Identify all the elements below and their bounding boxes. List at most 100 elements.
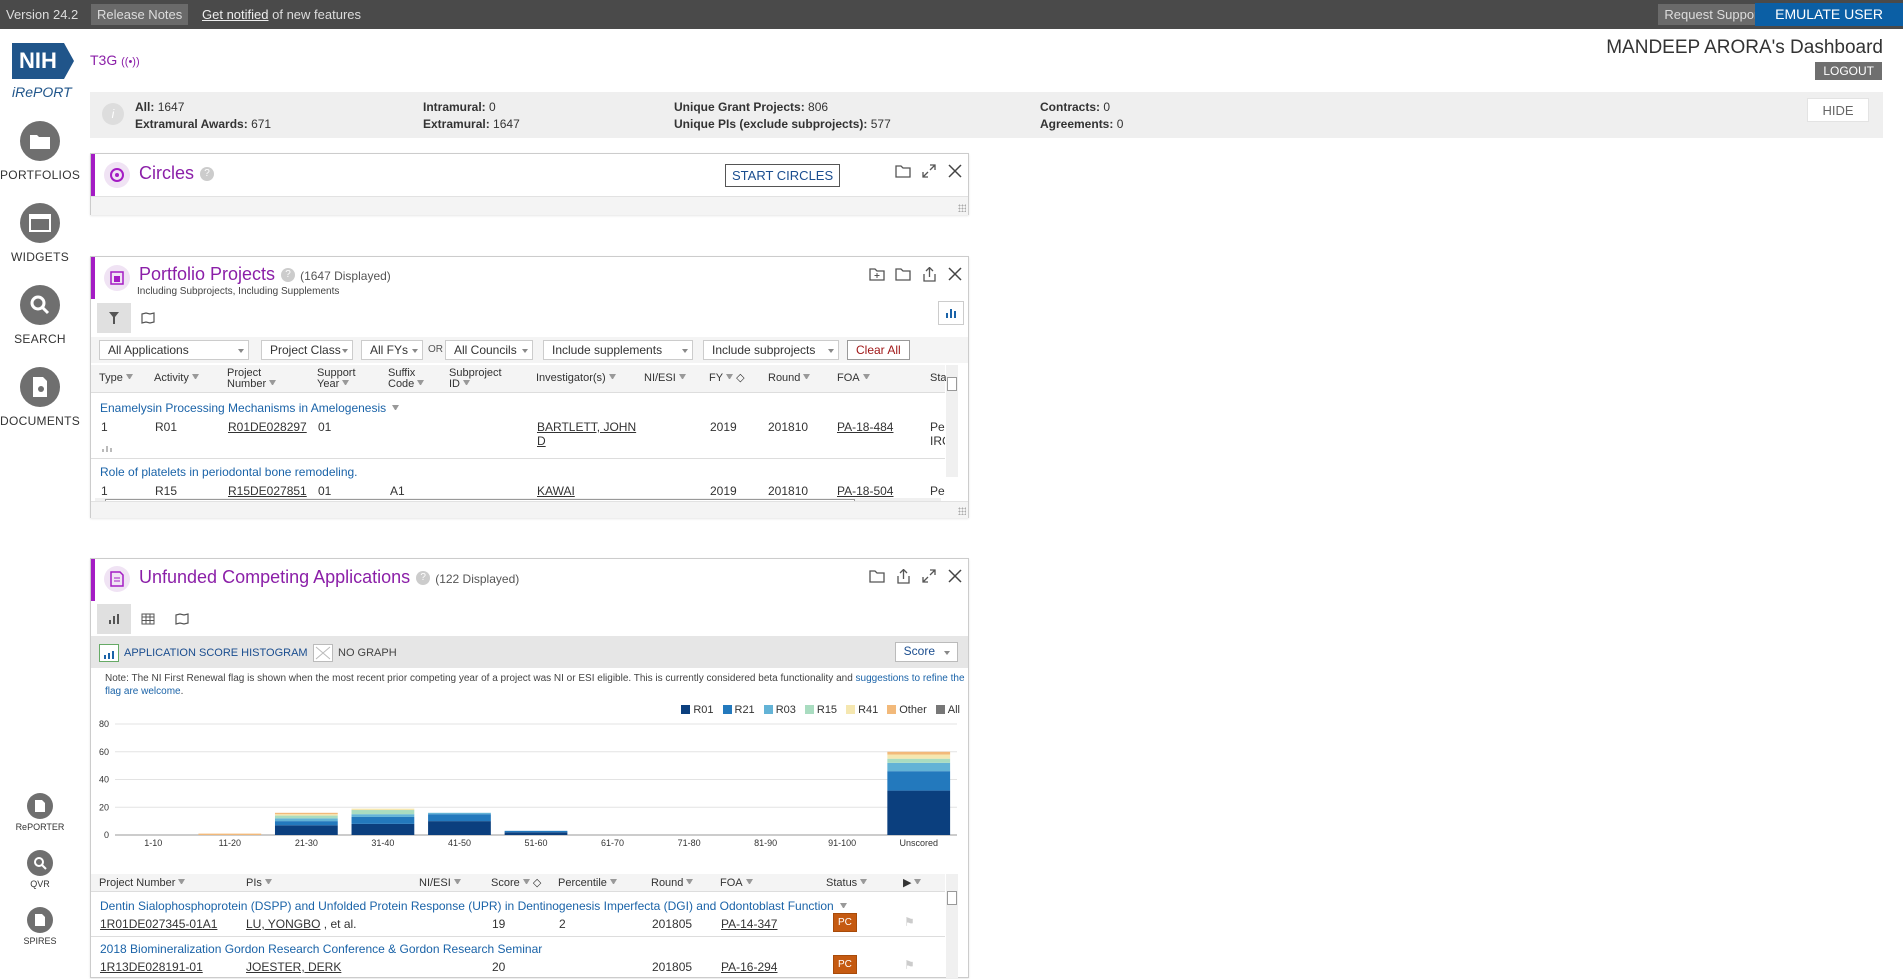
open-folder-icon[interactable]: [868, 567, 886, 585]
col-round[interactable]: Round: [768, 373, 811, 384]
filter-icon[interactable]: [803, 374, 811, 381]
filter-icon[interactable]: [678, 374, 686, 381]
filter-icon[interactable]: [417, 380, 425, 387]
export-icon[interactable]: [894, 567, 912, 585]
cell-foa[interactable]: PA-18-504: [837, 484, 893, 498]
sort-icon[interactable]: ◇: [736, 372, 744, 384]
nih-logo[interactable]: NIH iRePORT: [12, 43, 74, 100]
cell-investigator[interactable]: KAWAI: [537, 484, 575, 498]
open-folder-icon[interactable]: [894, 265, 912, 283]
nav-search[interactable]: SEARCH: [0, 285, 80, 346]
col-type[interactable]: Type: [99, 373, 133, 384]
filter-icon[interactable]: [191, 374, 199, 381]
col-score[interactable]: Score ◇: [491, 878, 541, 889]
expand-icon[interactable]: [920, 162, 938, 180]
filter-icon[interactable]: [726, 374, 734, 381]
col-ni-esi[interactable]: NI/ESI: [419, 878, 461, 889]
close-icon[interactable]: [946, 265, 964, 283]
vertical-scrollbar[interactable]: [946, 874, 958, 978]
nav-portfolios[interactable]: PORTFOLIOS: [0, 121, 80, 182]
histogram-option[interactable]: APPLICATION SCORE HISTOGRAM: [99, 644, 308, 662]
new-folder-icon[interactable]: [868, 265, 886, 283]
export-icon[interactable]: [920, 265, 938, 283]
tab-map[interactable]: [165, 604, 199, 634]
tab-chart[interactable]: [97, 604, 131, 634]
close-icon[interactable]: [946, 567, 964, 585]
flag-icon[interactable]: ⚑: [904, 958, 915, 972]
col-status[interactable]: Status: [826, 878, 868, 889]
nav-widgets[interactable]: WIDGETS: [0, 203, 80, 264]
filter-icon[interactable]: [178, 879, 186, 886]
nav-spires[interactable]: SPIRES: [0, 907, 80, 946]
cell-project-number[interactable]: 1R13DE028191-01: [100, 960, 203, 974]
col-support-year[interactable]: Support Year: [317, 368, 365, 390]
cell-pi[interactable]: LU, YONGBO , et al.: [246, 917, 357, 931]
col-investigators[interactable]: Investigator(s): [536, 373, 616, 384]
col-project-number[interactable]: Project Number: [99, 878, 186, 889]
resize-handle[interactable]: [958, 204, 966, 212]
col-ni-esi[interactable]: NI/ESI: [644, 373, 686, 384]
help-icon[interactable]: ?: [200, 167, 215, 182]
col-pis[interactable]: PIs: [246, 878, 272, 889]
filter-icon[interactable]: [686, 879, 694, 886]
cell-foa[interactable]: PA-18-484: [837, 420, 893, 434]
logout-button[interactable]: LOGOUT: [1815, 62, 1882, 80]
tab-filter[interactable]: [97, 303, 131, 333]
request-support-button[interactable]: Request Support: [1658, 4, 1768, 25]
fys-dropdown[interactable]: All FYs: [361, 340, 423, 360]
cell-pi[interactable]: JOESTER, DERK: [246, 960, 341, 974]
filter-icon[interactable]: [745, 879, 753, 886]
cell-investigator[interactable]: BARTLETT, JOHN D: [537, 420, 637, 448]
release-notes-button[interactable]: Release Notes: [91, 4, 189, 25]
col-foa[interactable]: FOA: [837, 373, 870, 384]
filter-icon[interactable]: [342, 380, 350, 387]
col-round[interactable]: Round: [651, 878, 694, 889]
tab-table[interactable]: [131, 604, 165, 634]
scroll-thumb[interactable]: [947, 891, 957, 905]
filter-icon[interactable]: [914, 879, 922, 886]
close-icon[interactable]: [946, 162, 964, 180]
no-graph-option[interactable]: NO GRAPH: [313, 644, 397, 662]
emulate-user-button[interactable]: EMULATE USER: [1755, 3, 1903, 26]
filter-icon[interactable]: [264, 879, 272, 886]
filter-icon[interactable]: [125, 374, 133, 381]
application-title-link[interactable]: 2018 Biomineralization Gordon Research C…: [100, 942, 542, 956]
flag-icon[interactable]: ⚑: [904, 915, 915, 929]
cell-project-number[interactable]: R01DE028297: [228, 420, 307, 434]
col-activity[interactable]: Activity: [154, 373, 199, 384]
network-icon[interactable]: [101, 441, 113, 456]
col-fy[interactable]: FY ◇: [709, 373, 745, 384]
col-percentile[interactable]: Percentile: [558, 878, 617, 889]
applications-dropdown[interactable]: All Applications: [99, 340, 249, 360]
score-dropdown[interactable]: Score: [894, 642, 958, 662]
clear-all-button[interactable]: Clear All: [847, 340, 910, 360]
tab-map[interactable]: [131, 303, 165, 333]
col-status[interactable]: Sta: [930, 373, 947, 384]
filter-icon[interactable]: [463, 380, 470, 387]
filter-icon[interactable]: [860, 879, 868, 886]
col-subproject-id[interactable]: Subproject ID: [449, 368, 511, 390]
cell-project-number[interactable]: 1R01DE027345-01A1: [100, 917, 217, 931]
filter-icon[interactable]: [840, 903, 848, 910]
nav-qvr[interactable]: QVR: [0, 850, 80, 889]
filter-icon[interactable]: [453, 879, 461, 886]
help-icon[interactable]: ?: [416, 571, 431, 586]
help-icon[interactable]: ?: [281, 268, 296, 283]
filter-icon[interactable]: [608, 374, 616, 381]
start-circles-button[interactable]: START CIRCLES: [725, 164, 841, 187]
nav-reporter[interactable]: RePORTER: [0, 793, 80, 832]
supplements-dropdown[interactable]: Include supplements: [543, 340, 693, 360]
expand-icon[interactable]: [920, 567, 938, 585]
info-icon[interactable]: i: [102, 103, 124, 125]
cell-foa[interactable]: PA-14-347: [721, 917, 777, 931]
resize-handle[interactable]: [958, 507, 966, 515]
col-foa[interactable]: FOA: [720, 878, 753, 889]
filter-icon[interactable]: [522, 879, 530, 886]
open-folder-icon[interactable]: [894, 162, 912, 180]
filter-icon[interactable]: [609, 879, 617, 886]
flag-header-icon[interactable]: ▶: [903, 878, 922, 889]
project-class-dropdown[interactable]: Project Class: [261, 340, 353, 360]
project-title-link[interactable]: Role of platelets in periodontal bone re…: [100, 465, 358, 479]
application-title-link[interactable]: Dentin Sialophosphoprotein (DSPP) and Un…: [100, 899, 848, 913]
sort-icon[interactable]: ◇: [533, 877, 541, 889]
